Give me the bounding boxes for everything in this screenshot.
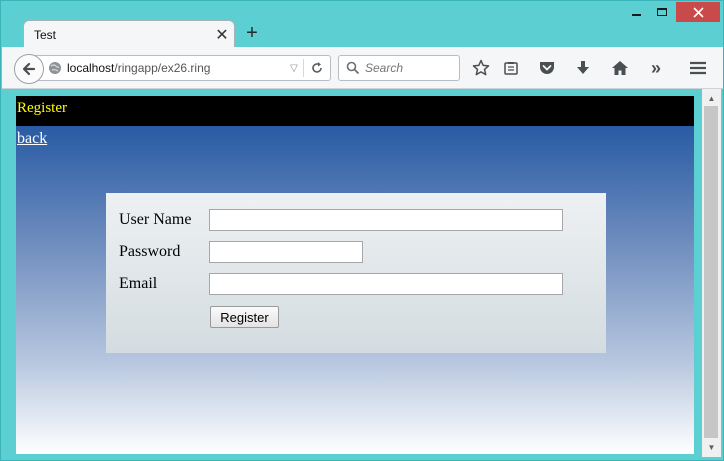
tab-title: Test	[34, 27, 57, 42]
scroll-down-arrow-icon[interactable]: ▼	[702, 440, 721, 455]
register-button[interactable]: Register	[210, 306, 279, 328]
hamburger-menu-icon	[690, 61, 706, 75]
search-icon	[346, 61, 360, 75]
password-label: Password	[119, 243, 181, 260]
page-header-bar: Register	[16, 96, 694, 126]
email-row: Email	[106, 273, 606, 297]
maximize-button[interactable]	[649, 1, 675, 23]
email-label: Email	[119, 275, 158, 292]
username-label: User Name	[119, 211, 192, 228]
reload-icon	[312, 62, 322, 73]
scroll-thumb[interactable]	[704, 106, 718, 438]
search-bar[interactable]	[338, 55, 460, 81]
minimize-icon	[631, 14, 641, 16]
scroll-up-arrow-icon[interactable]: ▲	[702, 91, 721, 106]
globe-icon	[49, 62, 61, 74]
address-bar[interactable]: localhost/ringapp/ex26.ring ▽	[30, 55, 331, 81]
download-icon	[577, 61, 589, 74]
clipboard-icon	[504, 62, 518, 75]
tab-test[interactable]: Test ✕	[23, 20, 235, 48]
download-button[interactable]	[573, 58, 593, 78]
browser-window: Test ✕ + localhost/ringapp/ex26.ring ▽ S…	[0, 0, 724, 461]
window-close-button[interactable]	[676, 2, 720, 22]
navigation-toolbar: localhost/ringapp/ex26.ring ▽ Search »	[2, 47, 723, 89]
password-row: Password	[106, 241, 606, 265]
email-input[interactable]	[209, 273, 563, 295]
register-form: User Name Password Email Register	[106, 193, 606, 353]
star-icon	[472, 59, 490, 76]
vertical-scrollbar[interactable]: ▲ ▼	[702, 89, 721, 457]
username-row: User Name	[106, 209, 606, 233]
page-viewport: Register back User Name Password Email R…	[16, 96, 694, 454]
tab-close-icon[interactable]: ✕	[210, 25, 234, 45]
username-input[interactable]	[209, 209, 563, 231]
url-host: localhost	[67, 61, 115, 75]
reload-button[interactable]	[304, 61, 330, 75]
pocket-button[interactable]	[537, 58, 557, 78]
bookmark-star-button[interactable]	[471, 58, 491, 78]
home-button[interactable]	[610, 58, 630, 78]
new-tab-button[interactable]: +	[241, 22, 263, 44]
overflow-button[interactable]: »	[646, 58, 666, 78]
menu-button[interactable]	[688, 58, 708, 78]
back-link[interactable]: back	[17, 130, 47, 148]
back-button[interactable]	[14, 54, 44, 84]
password-input[interactable]	[209, 241, 363, 263]
url-path: /ringapp/ex26.ring	[114, 61, 211, 75]
reading-list-button[interactable]	[501, 58, 521, 78]
maximize-icon	[657, 8, 667, 16]
url-text[interactable]: localhost/ringapp/ex26.ring	[67, 61, 285, 75]
page-title: Register	[17, 100, 67, 116]
home-icon	[612, 61, 628, 75]
close-icon	[692, 6, 704, 18]
search-input[interactable]	[365, 61, 455, 75]
back-arrow-icon	[22, 62, 36, 76]
pocket-icon	[540, 62, 554, 74]
chevron-double-right-icon: »	[650, 57, 661, 78]
history-dropdown-icon[interactable]: ▽	[285, 63, 303, 74]
minimize-button[interactable]	[623, 1, 649, 23]
